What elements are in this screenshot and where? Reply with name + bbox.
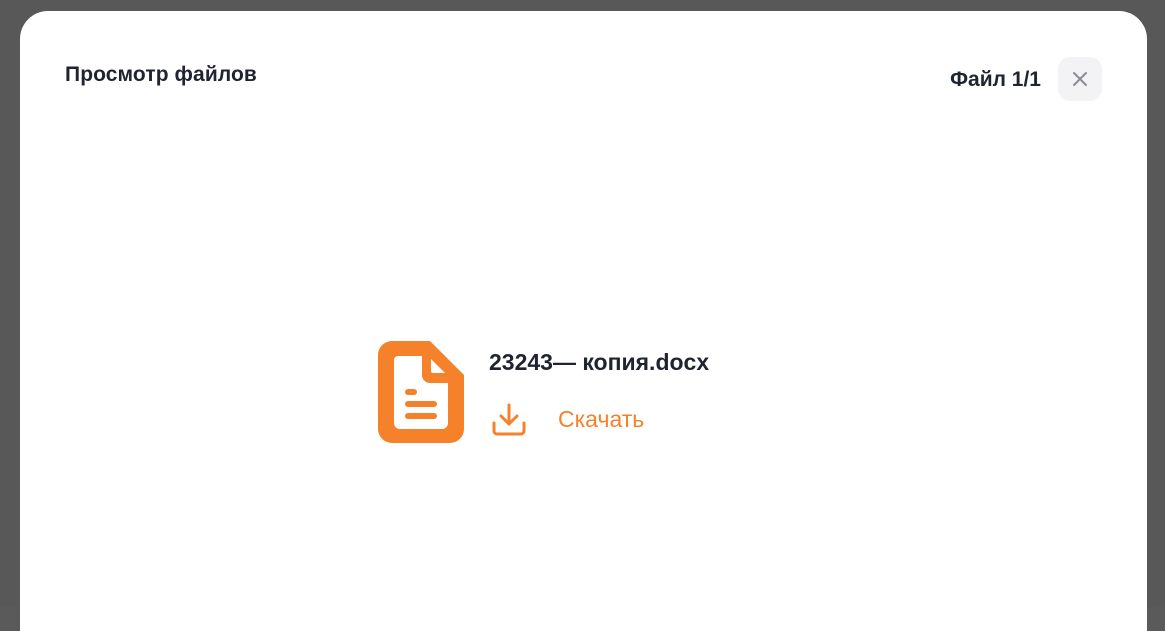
file-item: 23243— копия.docx Скачать — [378, 341, 838, 446]
file-counter: Файл 1/1 — [950, 68, 1041, 91]
background-text-fragment — [6, 255, 16, 271]
background-text-fragment — [6, 208, 16, 224]
document-icon — [378, 341, 464, 443]
background-text-fragment — [6, 382, 16, 398]
download-link[interactable]: Скачать — [490, 399, 644, 439]
modal-title: Просмотр файлов — [65, 63, 257, 86]
download-label: Скачать — [558, 405, 645, 432]
background-text-fragment — [6, 578, 16, 594]
background-text-fragment — [6, 482, 16, 498]
file-preview-modal: Просмотр файлов Файл 1/1 23243— копия.do… — [20, 11, 1147, 631]
file-name: 23243— копия.docx — [489, 349, 710, 375]
download-icon — [492, 403, 526, 436]
background-text-fragment — [6, 530, 16, 546]
close-button[interactable] — [1058, 57, 1102, 101]
close-icon — [1073, 72, 1087, 86]
background-text-fragment — [6, 432, 16, 448]
